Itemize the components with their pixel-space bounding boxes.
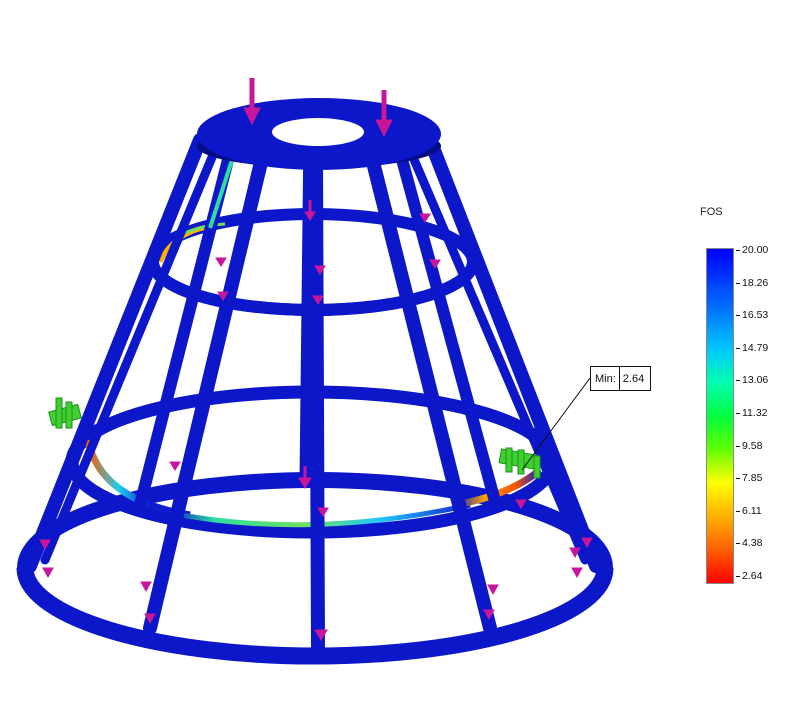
legend-colorbar [706, 248, 734, 584]
cage-model[interactable] [0, 0, 808, 716]
legend-tick-label: 4.38 [735, 537, 763, 550]
legend-tick-label: 20.00 [735, 244, 769, 256]
probe-value: 2.64 [622, 372, 645, 385]
legend-tick-label: 9.58 [735, 439, 763, 452]
min-probe-label[interactable]: Min: 2.64 [590, 366, 652, 391]
struts [23, 123, 603, 655]
legend-tick-label: 16.53 [735, 309, 769, 322]
legend-title: FOS [700, 206, 723, 218]
legend-tick-label: 7.85 [735, 472, 763, 485]
legend-tick-label: 13.06 [735, 374, 769, 387]
probe-label: Min: [591, 367, 620, 390]
simulation-viewport[interactable]: Min: 2.64 FOS 20.00 18.26 16.53 14.79 13.06 1… [0, 0, 808, 716]
legend-tick-label: 2.64 [735, 570, 763, 582]
legend-tick-label: 6.11 [736, 504, 762, 517]
fos-legend: FOS 20.00 18.26 16.53 14.79 13.06 11.32 9.58 7.… [700, 206, 800, 586]
legend-tick-label: 18.26 [735, 276, 769, 289]
cage-frame[interactable] [16, 98, 614, 665]
legend-tick-label: 11.32 [736, 407, 768, 419]
top-flange[interactable] [197, 98, 441, 170]
legend-tick-label: 14.79 [735, 341, 769, 354]
